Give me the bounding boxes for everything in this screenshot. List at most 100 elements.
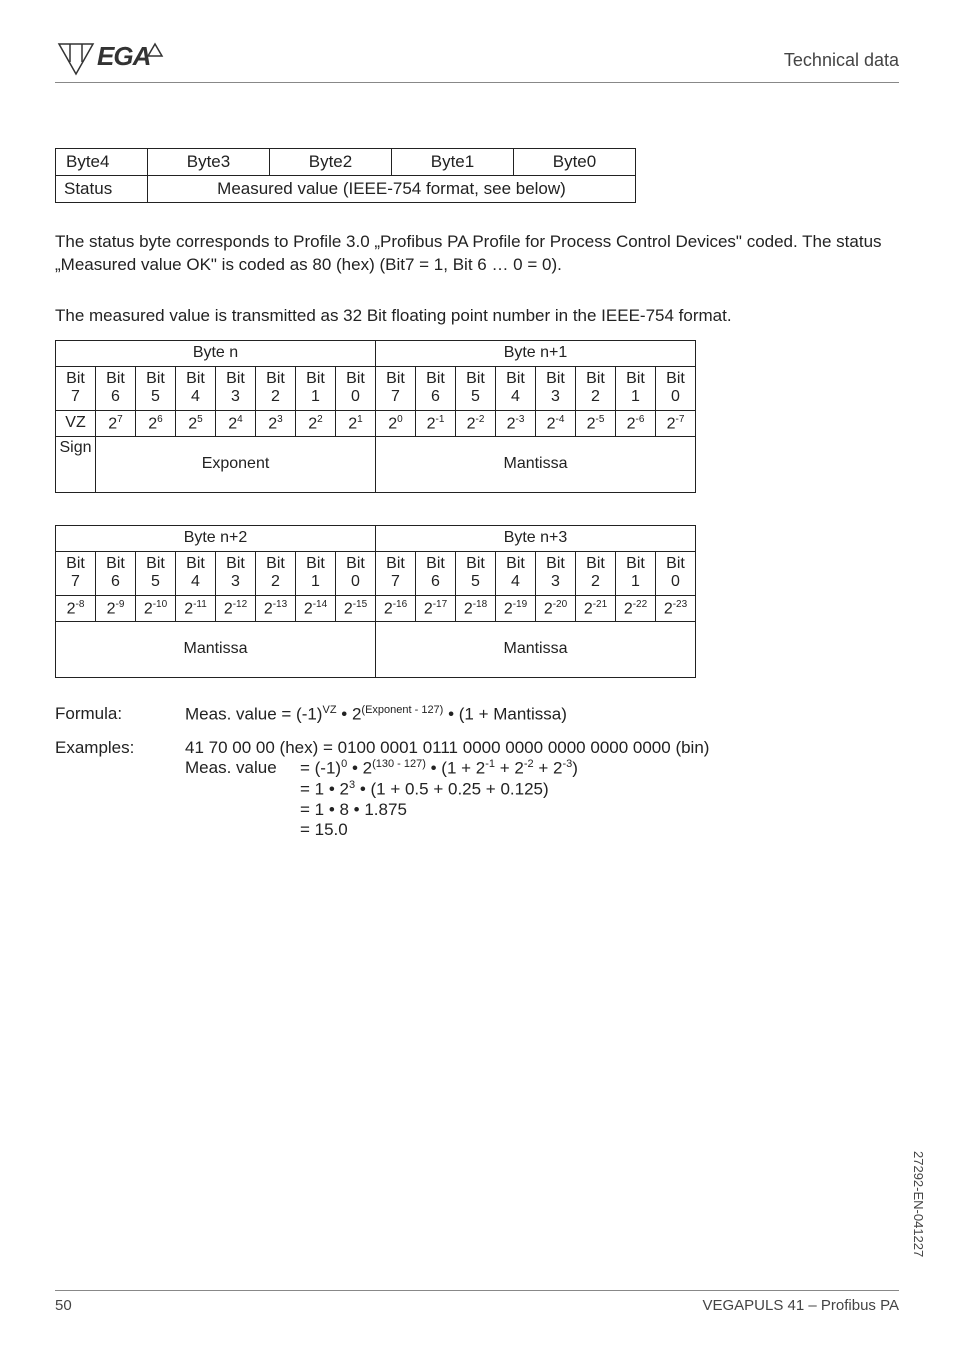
bit-cell: Bit5 — [456, 366, 496, 410]
power-cell: 21 — [336, 410, 376, 436]
power-cell: VZ — [56, 410, 96, 436]
power-cell: 2-18 — [456, 595, 496, 621]
paragraph-1: The status byte corresponds to Profile 3… — [55, 231, 899, 277]
power-cell: 2-14 — [296, 595, 336, 621]
power-cell: 2-8 — [56, 595, 96, 621]
byte-header-1: Byte1 — [392, 149, 514, 176]
bit-cell: Bit3 — [216, 366, 256, 410]
byte-header-3: Byte3 — [148, 149, 270, 176]
bit-cell: Bit2 — [576, 366, 616, 410]
power-cell: 2-21 — [576, 595, 616, 621]
power-cell: 2-19 — [496, 595, 536, 621]
bit-cell: Bit1 — [616, 551, 656, 595]
power-cell: 25 — [176, 410, 216, 436]
field-label: Exponent — [96, 436, 376, 492]
byte-header-2: Byte2 — [270, 149, 392, 176]
power-cell: 2-15 — [336, 595, 376, 621]
examples-label: Examples: — [55, 738, 185, 839]
power-cell: 23 — [256, 410, 296, 436]
bit-cell: Bit4 — [176, 366, 216, 410]
power-cell: 2-1 — [416, 410, 456, 436]
power-cell: 2-23 — [656, 595, 696, 621]
formula-body: Meas. value = (-1)VZ • 2(Exponent - 127)… — [185, 704, 899, 725]
power-cell: 2-9 — [96, 595, 136, 621]
power-cell: 27 — [96, 410, 136, 436]
example-line2: = (-1)0 • 2(130 - 127) • (1 + 2-1 + 2-2 … — [300, 758, 578, 779]
power-cell: 2-16 — [376, 595, 416, 621]
power-cell: 26 — [136, 410, 176, 436]
document-code: 27292-EN-041227 — [911, 1151, 926, 1257]
byte-group-header: Byte n+3 — [376, 525, 696, 551]
ieee754-bit-table-2: Byte n+2Byte n+3Bit7Bit6Bit5Bit4Bit3Bit2… — [55, 525, 696, 678]
power-cell: 2-2 — [456, 410, 496, 436]
status-cell: Status — [56, 176, 148, 203]
power-cell: 22 — [296, 410, 336, 436]
power-cell: 2-3 — [496, 410, 536, 436]
power-cell: 2-4 — [536, 410, 576, 436]
bit-cell: Bit5 — [136, 551, 176, 595]
example-line5: = 15.0 — [300, 820, 348, 840]
byte-layout-table: Byte4 Byte3 Byte2 Byte1 Byte0 Status Mea… — [55, 148, 636, 203]
byte-group-header: Byte n+2 — [56, 525, 376, 551]
bit-cell: Bit0 — [336, 366, 376, 410]
example-line3: = 1 • 23 • (1 + 0.5 + 0.25 + 0.125) — [300, 779, 549, 800]
formula-label: Formula: — [55, 704, 185, 725]
bit-cell: Bit4 — [496, 551, 536, 595]
field-label: Mantissa — [376, 621, 696, 677]
byte-group-header: Byte n — [56, 340, 376, 366]
vega-logo: EGA — [55, 40, 165, 78]
bit-cell: Bit6 — [96, 551, 136, 595]
power-cell: 2-5 — [576, 410, 616, 436]
bit-cell: Bit5 — [456, 551, 496, 595]
bit-cell: Bit6 — [416, 366, 456, 410]
power-cell: 2-20 — [536, 595, 576, 621]
power-cell: 2-13 — [256, 595, 296, 621]
bit-cell: Bit5 — [136, 366, 176, 410]
field-label: Mantissa — [376, 436, 696, 492]
bit-cell: Bit2 — [256, 366, 296, 410]
svg-text:EGA: EGA — [97, 41, 150, 71]
bit-cell: Bit6 — [96, 366, 136, 410]
power-cell: 20 — [376, 410, 416, 436]
bit-cell: Bit6 — [416, 551, 456, 595]
page-footer: 50 VEGAPULS 41 – Profibus PA — [55, 1290, 899, 1314]
bit-cell: Bit4 — [176, 551, 216, 595]
bit-cell: Bit0 — [656, 366, 696, 410]
field-label: Mantissa — [56, 621, 376, 677]
byte-group-header: Byte n+1 — [376, 340, 696, 366]
bit-cell: Bit0 — [656, 551, 696, 595]
document-title: VEGAPULS 41 – Profibus PA — [703, 1297, 900, 1314]
bit-cell: Bit4 — [496, 366, 536, 410]
example-line4: = 1 • 8 • 1.875 — [300, 800, 407, 820]
example-meas-label: Meas. value — [185, 758, 300, 779]
power-cell: 2-7 — [656, 410, 696, 436]
byte-header-4: Byte4 — [56, 149, 148, 176]
field-label: Sign — [56, 436, 96, 492]
page-header: EGA Technical data — [55, 40, 899, 83]
power-cell: 2-10 — [136, 595, 176, 621]
power-cell: 2-11 — [176, 595, 216, 621]
section-title: Technical data — [784, 40, 899, 71]
example-hex-bin: 41 70 00 00 (hex) = 0100 0001 0111 0000 … — [185, 738, 899, 758]
power-cell: 24 — [216, 410, 256, 436]
power-cell: 2-17 — [416, 595, 456, 621]
power-cell: 2-6 — [616, 410, 656, 436]
bit-cell: Bit1 — [616, 366, 656, 410]
measured-value-cell: Measured value (IEEE-754 format, see bel… — [148, 176, 636, 203]
ieee754-bit-table-1: Byte nByte n+1Bit7Bit6Bit5Bit4Bit3Bit2Bi… — [55, 340, 696, 493]
byte-header-0: Byte0 — [514, 149, 636, 176]
bit-cell: Bit3 — [216, 551, 256, 595]
bit-cell: Bit2 — [576, 551, 616, 595]
page-number: 50 — [55, 1297, 72, 1314]
bit-cell: Bit7 — [56, 366, 96, 410]
paragraph-2: The measured value is transmitted as 32 … — [55, 305, 899, 328]
power-cell: 2-12 — [216, 595, 256, 621]
bit-cell: Bit1 — [296, 551, 336, 595]
bit-cell: Bit3 — [536, 551, 576, 595]
bit-cell: Bit3 — [536, 366, 576, 410]
bit-cell: Bit2 — [256, 551, 296, 595]
bit-cell: Bit7 — [56, 551, 96, 595]
bit-cell: Bit0 — [336, 551, 376, 595]
power-cell: 2-22 — [616, 595, 656, 621]
bit-cell: Bit7 — [376, 551, 416, 595]
